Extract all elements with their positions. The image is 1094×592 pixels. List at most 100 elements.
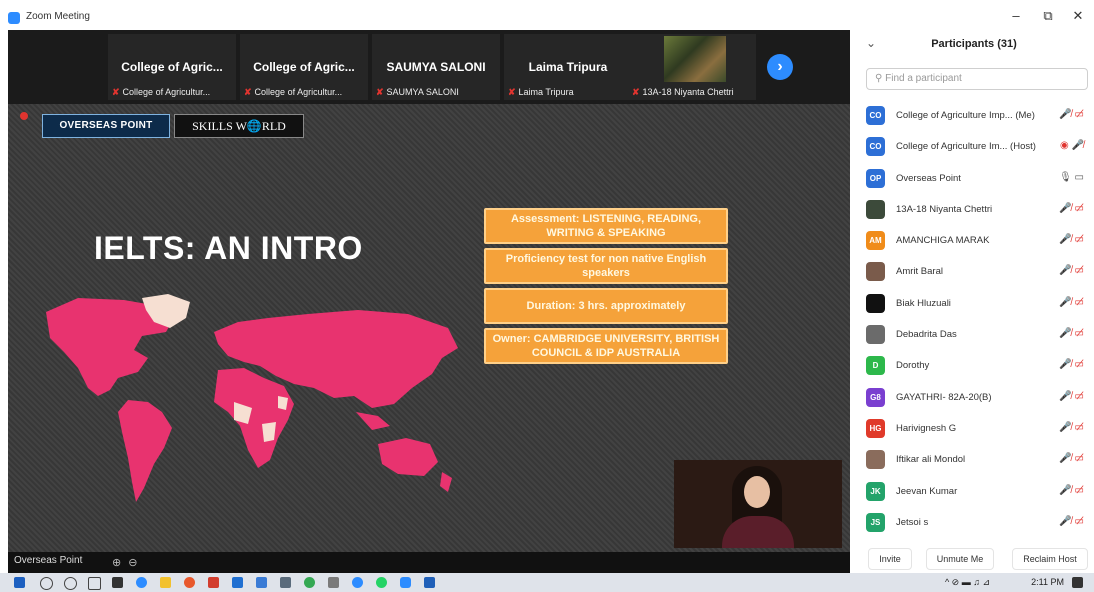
participant-row[interactable]: OP Overseas Point 🎙 ▭ [854, 163, 1094, 194]
participant-row[interactable]: JK Jeevan Kumar 🎤̸ ▭̸ [854, 476, 1094, 507]
participant-row[interactable]: D Dorothy 🎤̸ ▭̸ [854, 350, 1094, 381]
participant-list: CO College of Agriculture Imp... (Me) 🎤̸ ▭… [854, 100, 1094, 538]
video-thumbnail[interactable]: ✘ 13A-18 Niyanta Chettri [628, 34, 756, 100]
skills-world-logo: SKILLS W🌐RLD [174, 114, 304, 138]
avatar: D [866, 356, 885, 376]
participant-row[interactable]: G8 GAYATHRI- 82A-20(B) 🎤̸ ▭̸ [854, 382, 1094, 413]
folder-icon[interactable] [160, 577, 171, 588]
app-icon[interactable] [256, 577, 267, 588]
participant-row[interactable]: 13A-18 Niyanta Chettri 🎤̸ ▭̸ [854, 194, 1094, 225]
participant-name: College of Agriculture Im... (Host) [896, 141, 1036, 153]
mic-camera-status-icon[interactable]: 🎤̸ ▭̸ [1059, 453, 1084, 464]
video-thumbnail[interactable]: College of Agric... ✘ College of Agricult… [240, 34, 368, 100]
reclaim-host-button[interactable]: Reclaim Host [1012, 548, 1088, 570]
participant-search-input[interactable]: ⚲ Find a participant [866, 68, 1088, 90]
zoom-taskbar-icon[interactable] [400, 577, 411, 588]
video-thumbnail[interactable]: SAUMYA SALONI ✘ SAUMYA SALONI [372, 34, 500, 100]
participant-row[interactable]: Debadrita Das 🎤̸ ▭̸ [854, 319, 1094, 350]
whatsapp-icon[interactable] [376, 577, 387, 588]
thumbnail-name: SAUMYA SALONI [386, 60, 486, 74]
app-icon[interactable] [208, 577, 219, 588]
share-status-bar: Overseas Point ⊕ ⊖ [8, 552, 850, 573]
app-icon[interactable] [280, 577, 291, 588]
muted-mic-icon: ✘ [632, 87, 640, 97]
unmute-me-button[interactable]: Unmute Me [926, 548, 994, 570]
video-thumbnail[interactable]: Laima Tripura ✘ Laima Tripura [504, 34, 632, 100]
start-icon[interactable] [14, 577, 25, 588]
clock[interactable]: 2:11 PM [1031, 577, 1064, 587]
zoom-controls-icon[interactable]: ⊕ ⊖ [112, 556, 140, 569]
cortana-icon[interactable] [64, 577, 77, 590]
participant-row[interactable]: Biak Hluzuali 🎤̸ ▭̸ [854, 288, 1094, 319]
notifications-icon[interactable] [1072, 577, 1083, 588]
mic-camera-status-icon[interactable]: 🎤̸ ▭̸ [1059, 516, 1084, 527]
mic-camera-status-icon[interactable]: 🎤̸ ▭̸ [1059, 485, 1084, 496]
participant-name: Overseas Point [896, 172, 961, 184]
minimize-button[interactable]: – [1006, 8, 1026, 23]
mic-camera-status-icon[interactable]: 🎤̸ ▭̸ [1059, 422, 1084, 433]
participant-row[interactable]: AM AMANCHIGA MARAK 🎤̸ ▭̸ [854, 225, 1094, 256]
avatar: JK [866, 481, 885, 501]
restore-button[interactable]: ⧉ [1038, 8, 1058, 24]
participant-row[interactable]: CO College of Agriculture Im... (Host) ◉ 🎤… [854, 131, 1094, 162]
participant-row[interactable]: Amrit Baral 🎤̸ ▭̸ [854, 256, 1094, 287]
thumbnail-label: ✘ 13A-18 Niyanta Chettri [632, 87, 734, 97]
windows-taskbar: ^ ⊘ ▬ ♫ ⊿ 2:11 PM [0, 573, 1094, 592]
muted-mic-icon: ✘ [508, 87, 516, 97]
search-icon[interactable] [40, 577, 53, 590]
mic-camera-status-icon[interactable]: 🎤̸ ▭̸ [1059, 109, 1084, 120]
app-icon[interactable] [352, 577, 363, 588]
participant-row[interactable]: CO College of Agriculture Imp... (Me) 🎤̸ ▭… [854, 100, 1094, 131]
invite-button[interactable]: Invite [868, 548, 912, 570]
avatar [866, 293, 885, 313]
thumbnail-label: ✘ SAUMYA SALONI [376, 87, 459, 97]
app-icon[interactable] [232, 577, 243, 588]
participant-name: Debadrita Das [896, 329, 957, 341]
mic-camera-status-icon[interactable]: 🎤̸ ▭̸ [1059, 297, 1084, 308]
chrome-icon[interactable] [304, 577, 315, 588]
avatar: AM [866, 231, 885, 251]
participant-name: Biak Hluzuali [896, 297, 951, 309]
word-icon[interactable] [424, 577, 435, 588]
participant-name: College of Agriculture Imp... (Me) [896, 110, 1035, 121]
speaker-video[interactable] [674, 460, 842, 548]
search-icon: ⚲ [875, 73, 886, 84]
thumbnail-label: ✘ Laima Tripura [508, 87, 574, 97]
avatar [866, 450, 885, 470]
task-view-icon[interactable] [88, 577, 101, 590]
panel-footer: Invite Unmute Me Reclaim Host [854, 548, 1094, 570]
edge-icon[interactable] [136, 577, 147, 588]
avatar: OP [866, 168, 885, 188]
mic-camera-status-icon[interactable]: 🎤̸ ▭̸ [1059, 265, 1084, 276]
muted-mic-icon: ✘ [376, 87, 384, 97]
mic-camera-status-icon[interactable]: 🎙 ▭ [1059, 172, 1084, 183]
store-icon[interactable] [112, 577, 123, 588]
window-title: Zoom Meeting [26, 11, 90, 22]
participant-name: Jeevan Kumar [896, 485, 958, 497]
firefox-icon[interactable] [184, 577, 195, 588]
participant-row[interactable]: JS Jetsoi s 🎤̸ ▭̸ [854, 507, 1094, 538]
mic-camera-status-icon[interactable]: 🎤̸ ▭̸ [1059, 234, 1084, 245]
thumbnail-name: College of Agric... [253, 60, 355, 74]
app-icon[interactable] [328, 577, 339, 588]
video-thumbnail-strip: College of Agric... ✘ College of Agricult… [8, 30, 850, 104]
participant-row[interactable]: Iftikar ali Mondol 🎤̸ ▭̸ [854, 444, 1094, 475]
shared-screen: OVERSEAS POINT SKILLS W🌐RLD IELTS: AN IN… [8, 104, 850, 552]
mic-camera-status-icon[interactable]: 🎤̸ ▭̸ [1059, 359, 1084, 370]
slide-title: IELTS: AN INTRO [94, 230, 363, 266]
participant-name: Harivignesh G [896, 422, 957, 434]
mic-camera-status-icon[interactable]: 🎤̸ ▭̸ [1059, 328, 1084, 339]
participant-video [664, 36, 726, 82]
participant-name: Jetsoi s [896, 516, 929, 528]
mic-camera-status-icon[interactable]: 🎤̸ ▭̸ [1059, 391, 1084, 402]
close-button[interactable]: ✕ [1068, 8, 1088, 24]
video-thumbnail[interactable]: College of Agric... ✘ College of Agricult… [108, 34, 236, 100]
avatar: JS [866, 512, 885, 532]
thumbnail-name: Laima Tripura [528, 60, 608, 74]
mic-camera-status-icon[interactable]: ◉ 🎤̸ [1060, 140, 1084, 151]
info-box: Owner: CAMBRIDGE UNIVERSITY, BRITISH COU… [484, 328, 728, 364]
next-page-button[interactable]: › [767, 54, 793, 80]
system-tray-icons[interactable]: ^ ⊘ ▬ ♫ ⊿ [945, 577, 990, 588]
mic-camera-status-icon[interactable]: 🎤̸ ▭̸ [1059, 203, 1084, 214]
participant-row[interactable]: HG Harivignesh G 🎤̸ ▭̸ [854, 413, 1094, 444]
